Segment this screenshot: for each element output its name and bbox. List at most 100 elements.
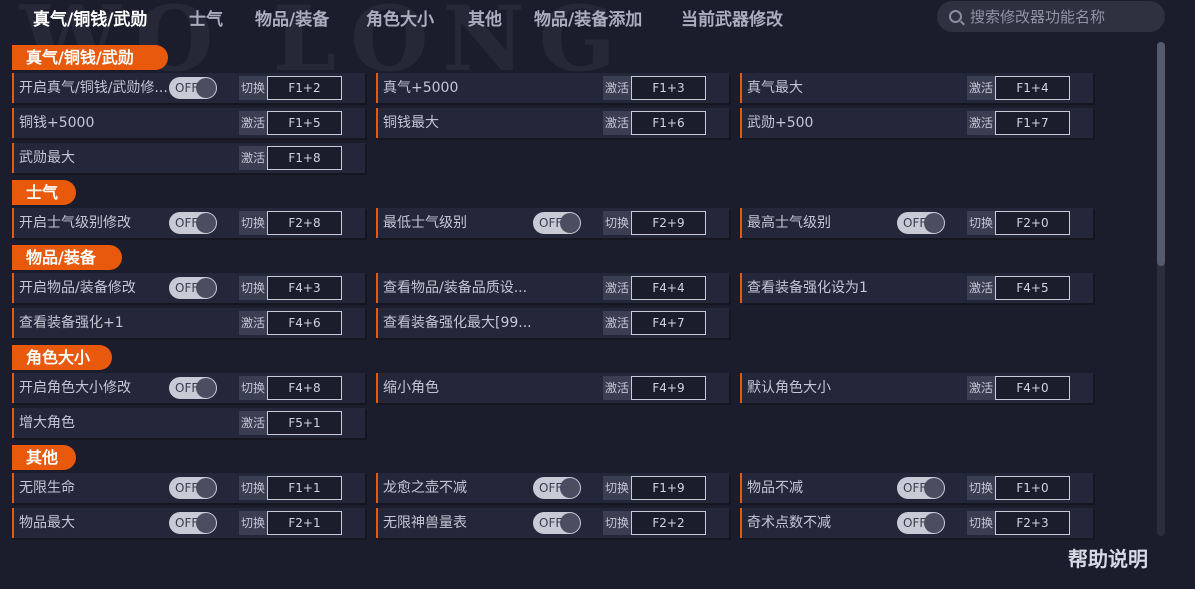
cheat-label: 缩小角色 xyxy=(383,380,439,396)
hotkey-field[interactable]: F5+1 xyxy=(267,411,342,435)
cheat-toggle[interactable]: OFF xyxy=(169,477,217,499)
hotkey-field[interactable]: F2+3 xyxy=(995,511,1070,535)
cheat-label: 铜钱最大 xyxy=(383,115,439,131)
cheat-row: 物品不减 OFF 切换 F1+0 xyxy=(740,473,1093,503)
action-type-label: 切换 xyxy=(603,211,631,235)
cheat-toggle[interactable]: OFF xyxy=(533,512,581,534)
cheat-row: 真气+5000 激活 F1+3 xyxy=(376,73,729,103)
cheat-label: 武勋+500 xyxy=(747,115,814,131)
cheat-toggle[interactable]: OFF xyxy=(169,512,217,534)
cheat-toggle[interactable]: OFF xyxy=(533,212,581,234)
cheat-row: 无限神兽量表 OFF 切换 F2+2 xyxy=(376,508,729,538)
cheat-row: 奇术点数不减 OFF 切换 F2+3 xyxy=(740,508,1093,538)
scrollbar[interactable] xyxy=(1157,42,1165,536)
cheat-toggle[interactable]: OFF xyxy=(533,477,581,499)
cheat-row: 最低士气级别 OFF 切换 F2+9 xyxy=(376,208,729,238)
toggle-state-text: OFF xyxy=(175,481,199,495)
hotkey-field[interactable]: F2+9 xyxy=(631,211,706,235)
hotkey-field[interactable]: F4+5 xyxy=(995,276,1070,300)
toggle-knob xyxy=(196,213,216,233)
cheat-row: 铜钱+5000 激活 F1+5 xyxy=(12,108,365,138)
action-type-label: 激活 xyxy=(239,146,267,170)
cheat-label: 无限生命 xyxy=(19,480,75,496)
cheat-row: 物品最大 OFF 切换 F2+1 xyxy=(12,508,365,538)
help-button[interactable]: 帮助说明 xyxy=(1068,543,1148,572)
hotkey-field[interactable]: F4+9 xyxy=(631,376,706,400)
cheat-row: 真气最大 激活 F1+4 xyxy=(740,73,1093,103)
cheat-toggle[interactable]: OFF xyxy=(897,477,945,499)
cheat-toggle[interactable]: OFF xyxy=(169,277,217,299)
hotkey-field[interactable]: F1+3 xyxy=(631,76,706,100)
cheat-label: 开启士气级别修改 xyxy=(19,215,131,231)
hotkey-field[interactable]: F1+5 xyxy=(267,111,342,135)
cheat-toggle[interactable]: OFF xyxy=(169,77,217,99)
section-header: 角色大小 xyxy=(12,345,112,370)
cheat-label: 查看装备强化设为1 xyxy=(747,280,868,296)
hotkey-field[interactable]: F1+8 xyxy=(267,146,342,170)
hotkey-field[interactable]: F4+4 xyxy=(631,276,706,300)
hotkey-field[interactable]: F1+4 xyxy=(995,76,1070,100)
toggle-knob xyxy=(560,213,580,233)
hotkey-field[interactable]: F2+0 xyxy=(995,211,1070,235)
toggle-knob xyxy=(196,78,216,98)
cheat-label: 增大角色 xyxy=(19,415,75,431)
action-type-label: 切换 xyxy=(967,511,995,535)
cheat-row: 龙愈之壶不减 OFF 切换 F1+9 xyxy=(376,473,729,503)
hotkey-field[interactable]: F2+8 xyxy=(267,211,342,235)
cheat-label: 最高士气级别 xyxy=(747,215,831,231)
cheat-label: 武勋最大 xyxy=(19,150,75,166)
hotkey-field[interactable]: F2+1 xyxy=(267,511,342,535)
cheat-label: 龙愈之壶不减 xyxy=(383,480,467,496)
hotkey-field[interactable]: F1+0 xyxy=(995,476,1070,500)
hotkey-field[interactable]: F4+3 xyxy=(267,276,342,300)
cheat-row: 开启物品/装备修改 OFF 切换 F4+3 xyxy=(12,273,365,303)
hotkey-field[interactable]: F4+7 xyxy=(631,311,706,335)
section-header: 其他 xyxy=(12,445,76,470)
toggle-state-text: OFF xyxy=(539,516,563,530)
cheat-row: 查看装备强化+1 激活 F4+6 xyxy=(12,308,365,338)
cheat-row: 武勋最大 激活 F1+8 xyxy=(12,143,365,173)
cheat-row: 默认角色大小 激活 F4+0 xyxy=(740,373,1093,403)
toggle-state-text: OFF xyxy=(175,216,199,230)
cheat-row: 开启士气级别修改 OFF 切换 F2+8 xyxy=(12,208,365,238)
toggle-knob xyxy=(196,478,216,498)
cheat-toggle[interactable]: OFF xyxy=(169,377,217,399)
cheat-toggle[interactable]: OFF xyxy=(897,512,945,534)
action-type-label: 切换 xyxy=(967,211,995,235)
hotkey-field[interactable]: F1+1 xyxy=(267,476,342,500)
action-type-label: 激活 xyxy=(967,276,995,300)
hotkey-field[interactable]: F4+0 xyxy=(995,376,1070,400)
hotkey-field[interactable]: F4+6 xyxy=(267,311,342,335)
hotkey-field[interactable]: F1+7 xyxy=(995,111,1070,135)
action-type-label: 切换 xyxy=(603,511,631,535)
action-type-label: 切换 xyxy=(967,476,995,500)
action-type-label: 切换 xyxy=(239,511,267,535)
toggle-state-text: OFF xyxy=(539,481,563,495)
scrollbar-thumb[interactable] xyxy=(1157,42,1165,266)
cheat-label: 奇术点数不减 xyxy=(747,515,831,531)
cheat-label: 物品不减 xyxy=(747,480,803,496)
action-type-label: 激活 xyxy=(603,111,631,135)
cheat-toggle[interactable]: OFF xyxy=(897,212,945,234)
action-type-label: 激活 xyxy=(239,311,267,335)
toggle-knob xyxy=(560,513,580,533)
hotkey-field[interactable]: F1+6 xyxy=(631,111,706,135)
hotkey-field[interactable]: F1+2 xyxy=(267,76,342,100)
cheat-label: 开启物品/装备修改 xyxy=(19,280,136,296)
action-type-label: 激活 xyxy=(603,311,631,335)
hotkey-field[interactable]: F1+9 xyxy=(631,476,706,500)
hotkey-field[interactable]: F2+2 xyxy=(631,511,706,535)
action-type-label: 切换 xyxy=(239,76,267,100)
hotkey-field[interactable]: F4+8 xyxy=(267,376,342,400)
cheat-row: 开启角色大小修改 OFF 切换 F4+8 xyxy=(12,373,365,403)
toggle-knob xyxy=(196,513,216,533)
cheat-row: 最高士气级别 OFF 切换 F2+0 xyxy=(740,208,1093,238)
toggle-knob xyxy=(560,478,580,498)
action-type-label: 激活 xyxy=(603,376,631,400)
toggle-knob xyxy=(924,213,944,233)
cheat-toggle[interactable]: OFF xyxy=(169,212,217,234)
cheat-label: 开启角色大小修改 xyxy=(19,380,131,396)
cheat-row: 查看装备强化最大[99... 激活 F4+7 xyxy=(376,308,729,338)
action-type-label: 切换 xyxy=(239,211,267,235)
cheat-label: 查看装备强化最大[99... xyxy=(383,315,532,331)
